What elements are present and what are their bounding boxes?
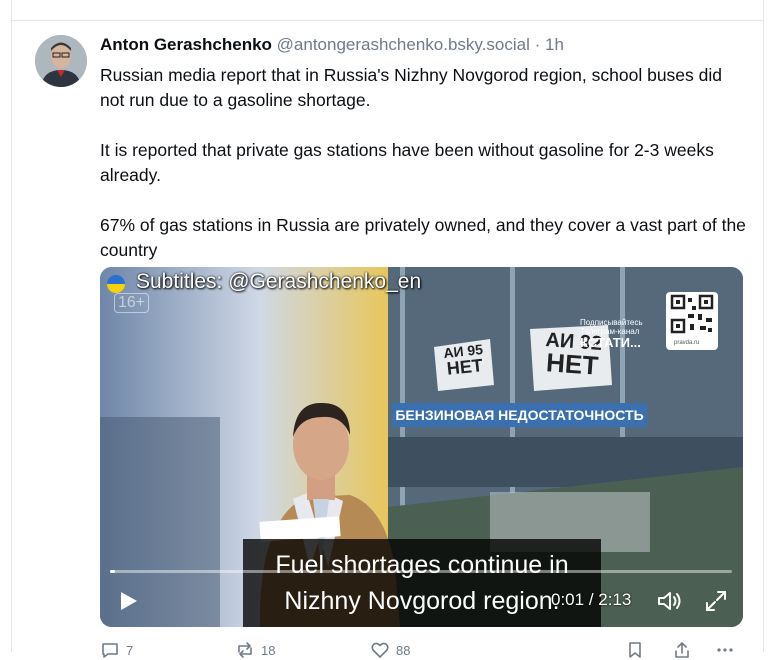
promo-channel-name: КСТАТИ... xyxy=(580,335,641,350)
promo-small-text: Подписывайтесь Телеграм-канал xyxy=(580,318,643,336)
post-paragraph: 67% of gas stations in Russia are privat… xyxy=(100,215,746,260)
share-icon xyxy=(675,642,689,658)
feed-border-left xyxy=(11,0,12,652)
like-count: 88 xyxy=(396,642,411,658)
play-icon xyxy=(121,592,137,610)
like-button[interactable]: 88 xyxy=(370,640,410,660)
more-options-button[interactable] xyxy=(715,640,735,660)
author-name[interactable]: Anton Gerashchenko xyxy=(100,35,272,54)
avatar[interactable] xyxy=(35,35,87,87)
fullscreen-icon xyxy=(706,591,726,611)
reply-button[interactable]: 7 xyxy=(100,640,133,660)
volume-icon xyxy=(658,592,681,610)
author-handle[interactable]: @antongerashchenko.bsky.social xyxy=(277,35,530,54)
caption-line: Nizhny Novgorod region. xyxy=(284,587,560,615)
play-button[interactable] xyxy=(118,589,140,613)
repost-icon xyxy=(238,642,252,658)
subtitle-credit: Subtitles: @Gerashchenko_en xyxy=(136,270,422,293)
fullscreen-button[interactable] xyxy=(704,589,728,613)
post-paragraph: Russian media report that in Russia's Ni… xyxy=(100,65,722,110)
repost-count: 18 xyxy=(261,642,276,658)
post-divider xyxy=(11,20,764,21)
post-text: Russian media report that in Russia's Ni… xyxy=(100,63,750,288)
age-rating-badge: 16+ xyxy=(114,293,150,313)
time-readout: 0:01 / 2:13 xyxy=(551,590,631,610)
share-button[interactable] xyxy=(672,640,692,660)
video-player[interactable]: Subtitles: @Gerashchenko_en 16+ АИ 95 НЕ… xyxy=(100,267,743,627)
mute-button[interactable] xyxy=(656,589,684,613)
news-banner: БЕНЗИНОВАЯ НЕДОСТАТОЧНОСТЬ xyxy=(392,403,647,427)
post-time[interactable]: 1h xyxy=(545,35,564,54)
ukraine-flag-icon xyxy=(107,275,125,293)
bookmark-icon xyxy=(629,642,641,658)
video-progress-bar[interactable] xyxy=(110,570,732,573)
promo-line: Подписывайтесь xyxy=(580,318,643,327)
current-time: 0:01 xyxy=(551,590,585,609)
post-paragraph: It is reported that private gas stations… xyxy=(100,140,714,185)
like-icon xyxy=(371,642,389,658)
post-header: Anton Gerashchenko @antongerashchenko.bs… xyxy=(100,35,564,55)
video-progress-fill xyxy=(110,570,115,573)
post-actions: 7 18 88 xyxy=(100,640,750,660)
qr-label: pravda.ru xyxy=(674,340,700,346)
more-icon xyxy=(717,648,733,652)
repost-button[interactable]: 18 xyxy=(235,640,275,660)
duration: 2:13 xyxy=(598,590,632,609)
reply-icon xyxy=(102,643,118,658)
header-separator: · xyxy=(534,35,541,54)
bookmark-button[interactable] xyxy=(625,640,645,660)
feed-border-right xyxy=(763,0,764,652)
caption-line: Fuel shortages continue in xyxy=(275,551,569,579)
reply-count: 7 xyxy=(126,642,134,658)
time-separator: / xyxy=(588,590,594,609)
sign-left: АИ 95 НЕТ xyxy=(432,340,495,379)
